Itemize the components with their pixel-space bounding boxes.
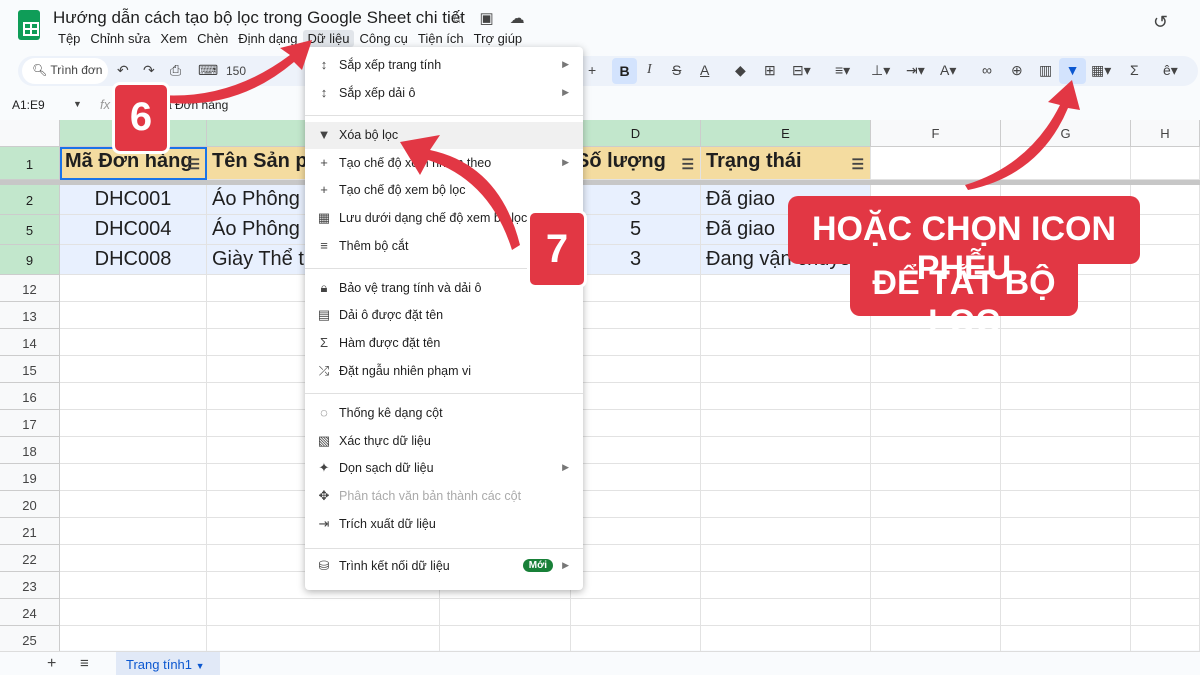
arrow-to-filter-icon bbox=[965, 80, 1080, 190]
arrow-to-data-menu bbox=[160, 40, 312, 104]
step-7-badge: 7 bbox=[527, 210, 587, 288]
callout-banner: ĐỂ TẮT BỘ LỌC HOẶC CHỌN ICON PHỄU bbox=[788, 196, 1140, 341]
annotation-arrows bbox=[160, 40, 1080, 250]
step-6-badge: 6 bbox=[112, 82, 170, 154]
callout-line-1: HOẶC CHỌN ICON PHỄU bbox=[788, 196, 1140, 287]
arrow-to-clear-filter bbox=[400, 135, 520, 250]
